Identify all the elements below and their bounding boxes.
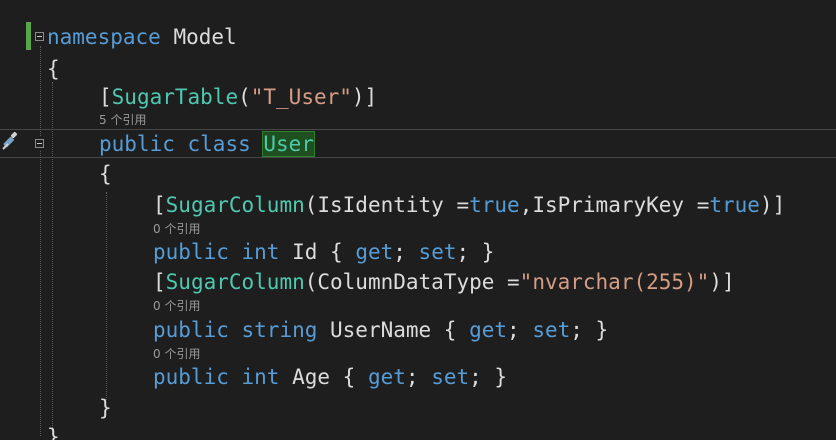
collapse-icon[interactable] bbox=[35, 32, 44, 41]
bracket: [ bbox=[153, 270, 166, 294]
separator: ; } bbox=[456, 240, 495, 264]
indent-guide bbox=[106, 192, 107, 400]
codelens-references[interactable]: 0 个引用 bbox=[153, 222, 200, 236]
string-literal: "T_User" bbox=[250, 85, 352, 109]
keyword: true bbox=[709, 193, 760, 217]
bracket: [ bbox=[153, 193, 166, 217]
code-line-6[interactable]: [SugarColumn(IsIdentity =true,IsPrimaryK… bbox=[153, 192, 785, 218]
code-line-2[interactable]: { bbox=[47, 56, 60, 82]
property-name: Id { bbox=[279, 240, 356, 264]
argument: (IsIdentity = bbox=[304, 193, 470, 217]
paren: ( bbox=[238, 85, 251, 109]
codelens-references[interactable]: 0 个引用 bbox=[153, 347, 200, 361]
code-line-11[interactable]: } bbox=[99, 395, 112, 421]
codelens-references[interactable]: 0 个引用 bbox=[153, 299, 200, 313]
attribute-name: SugarColumn bbox=[165, 270, 305, 294]
keyword: set bbox=[431, 365, 470, 389]
keyword: string bbox=[241, 318, 318, 342]
string-literal: "nvarchar(255)" bbox=[519, 270, 710, 294]
code-line-5[interactable]: { bbox=[99, 161, 112, 187]
keyword: int bbox=[241, 365, 280, 389]
separator: ; } bbox=[469, 365, 508, 389]
brace: { bbox=[47, 57, 60, 81]
code-line-12[interactable]: } bbox=[47, 424, 60, 440]
code-line-4[interactable]: public class User bbox=[99, 131, 315, 157]
keyword: public bbox=[153, 365, 229, 389]
indent-guide bbox=[52, 82, 53, 434]
keyword: set bbox=[532, 318, 571, 342]
paren: )] bbox=[709, 270, 735, 294]
keyword: set bbox=[418, 240, 457, 264]
separator: ; bbox=[405, 365, 432, 389]
paren: )] bbox=[351, 85, 378, 109]
separator: ; bbox=[507, 318, 533, 342]
change-indicator bbox=[26, 22, 31, 50]
brace: { bbox=[99, 162, 112, 186]
argument: (ColumnDataType = bbox=[304, 270, 520, 294]
code-line-10[interactable]: public int Age { get; set; } bbox=[153, 364, 507, 390]
bracket: [ bbox=[99, 85, 112, 109]
outline-guide bbox=[40, 151, 41, 436]
keyword: true bbox=[469, 193, 520, 217]
code-line-8[interactable]: [SugarColumn(ColumnDataType ="nvarchar(2… bbox=[153, 269, 735, 295]
keyword: public bbox=[153, 240, 229, 264]
keyword: public bbox=[153, 318, 229, 342]
keyword: get bbox=[367, 365, 406, 389]
outline-guide bbox=[40, 46, 41, 136]
brace: } bbox=[47, 425, 60, 440]
keyword: get bbox=[469, 318, 508, 342]
attribute-name: SugarTable bbox=[111, 85, 239, 109]
code-line-7[interactable]: public int Id { get; set; } bbox=[153, 239, 494, 265]
code-line-9[interactable]: public string UserName { get; set; } bbox=[153, 317, 608, 343]
quick-action-brush-icon[interactable] bbox=[0, 130, 22, 152]
keyword: namespace bbox=[47, 25, 161, 49]
code-line-1[interactable]: namespace Model bbox=[47, 24, 237, 50]
collapse-icon[interactable] bbox=[35, 139, 44, 148]
brace: } bbox=[99, 396, 112, 420]
codelens-references[interactable]: 5 个引用 bbox=[99, 113, 146, 127]
keyword: int bbox=[241, 240, 280, 264]
separator: ; } bbox=[570, 318, 609, 342]
property-name: UserName { bbox=[317, 318, 470, 342]
keyword: public bbox=[99, 132, 175, 156]
keyword: class bbox=[187, 132, 251, 156]
argument: ,IsPrimaryKey = bbox=[519, 193, 710, 217]
class-name[interactable]: User bbox=[262, 131, 315, 157]
keyword: get bbox=[355, 240, 394, 264]
property-name: Age { bbox=[279, 365, 368, 389]
code-line-3[interactable]: [SugarTable("T_User")] bbox=[99, 84, 377, 110]
separator: ; bbox=[393, 240, 419, 264]
paren: )] bbox=[759, 193, 786, 217]
code-editor[interactable]: namespace Model { [SugarTable("T_User")]… bbox=[0, 0, 836, 440]
namespace-name: Model bbox=[160, 25, 237, 49]
attribute-name: SugarColumn bbox=[165, 193, 305, 217]
